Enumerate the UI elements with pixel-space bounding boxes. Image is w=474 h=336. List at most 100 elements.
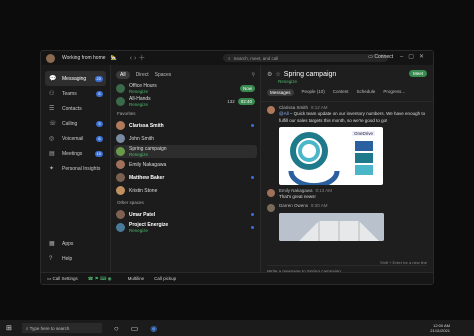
item-name: John Smith [129, 135, 155, 142]
clock-date: 21/11/2021 [430, 328, 450, 333]
meet-button[interactable]: Meet [408, 70, 427, 77]
office-hours-item[interactable]: Office Hours Renegize Now [111, 82, 260, 95]
item-name: Matthew Baker [129, 174, 165, 181]
sender-name: Darren Owens [279, 203, 309, 209]
filter-tab[interactable]: Spaces [155, 72, 172, 78]
star-icon[interactable]: ☆ [275, 71, 280, 78]
nav-item-meetings[interactable]: ▤ Meetings 10 [45, 146, 106, 161]
space-title: Spring campaign [283, 71, 337, 78]
tab-content[interactable]: Content [333, 89, 349, 96]
participant-count: 132 [227, 99, 235, 104]
nav-badge: 6 [96, 135, 103, 142]
list-item[interactable]: Spring campaign Renegize [114, 145, 257, 158]
avatar [267, 188, 275, 197]
nav-badge: 5 [96, 120, 103, 127]
filter-tab[interactable]: All [116, 71, 130, 79]
list-item[interactable]: Emily Nakagawa [111, 158, 260, 171]
call-settings-label: Call Settings [52, 275, 78, 281]
avatar [116, 147, 125, 156]
nav-item-voicemail[interactable]: ◎ Voicemail 6 [45, 131, 106, 146]
nav-label: Meetings [62, 150, 83, 157]
message: Clarissa Smith 8:12 AM @All – Quick team … [261, 102, 433, 124]
item-name: Emily Nakagawa [129, 161, 167, 168]
status-icons: ☎ ⚑ ⌨ ◉ [87, 275, 112, 281]
title-bar: Working from home 🏡 ‹ › ＋ ⌕ Search, meet… [41, 51, 433, 65]
taskbar-search[interactable]: ⌕ Type here to search [21, 323, 102, 333]
window-controls[interactable]: –▢✕ [400, 53, 429, 60]
unread-dot [251, 226, 254, 229]
other-spaces-header: Other spaces [117, 200, 144, 205]
status-text[interactable]: Working from home [62, 55, 106, 61]
call-pickup-button[interactable]: Call pickup [154, 276, 176, 281]
nav-badge: 10 [94, 150, 103, 157]
voicemail-icon: ◎ [49, 136, 55, 142]
nav-arrows-icon[interactable]: ‹ › ＋ [130, 53, 146, 63]
list-item[interactable]: Kristin Stone [111, 184, 260, 197]
list-item[interactable]: John Smith [111, 132, 260, 145]
now-pill[interactable]: Now [239, 85, 255, 92]
search-bar[interactable]: ⌕ Search, meet, and call [223, 54, 388, 62]
nav-item-messaging[interactable]: 💬 Messaging 20 [45, 71, 106, 86]
tab-people[interactable]: People (10) [302, 89, 325, 96]
nav-item-calling[interactable]: ☏ Calling 5 [45, 116, 106, 131]
search-placeholder: Search, meet, and call [233, 55, 279, 61]
taskbar: ⊞ ⌕ Type here to search ○ ▭ ◉ 12:00 AM 2… [0, 320, 474, 336]
list-item[interactable]: Project Energize Renegize [111, 221, 260, 234]
calendar-icon: ▤ [49, 151, 55, 157]
shared-image[interactable]: OneDrive [279, 126, 383, 188]
webex-app-icon[interactable]: ◉ [150, 324, 157, 333]
help-item[interactable]: ? Help [45, 251, 106, 266]
message-text: – Quick team update on our inventory num… [279, 111, 426, 123]
user-avatar[interactable] [46, 53, 55, 63]
message: Emily Nakagawa 8:13 AM That's great news! [261, 185, 433, 201]
insights-icon: ✦ [49, 166, 55, 172]
chat-icon: 💬 [49, 76, 57, 82]
nav-label: Contacts [62, 105, 82, 112]
unread-dot [251, 176, 254, 179]
nav-item-contacts[interactable]: ☰ Contacts [45, 101, 106, 116]
avatar [267, 204, 275, 213]
favorites-header: Favorites [117, 111, 136, 116]
avatar [116, 186, 125, 195]
gear-icon[interactable]: ⚙ [267, 71, 272, 78]
apps-item[interactable]: ▦ Apps [45, 236, 106, 251]
cortana-icon[interactable]: ○ [114, 324, 119, 333]
tab-schedule[interactable]: Schedule [357, 89, 376, 96]
office-hours-team: Renegize [129, 89, 149, 94]
shared-photo[interactable] [279, 212, 384, 241]
meeting-timer-pill[interactable]: 02:40 [237, 98, 255, 105]
tab-progress[interactable]: Progress... [383, 89, 405, 96]
phone-icon: ☏ [49, 121, 57, 127]
allhands-team: Renegize [129, 102, 149, 107]
nav-item-personal-insights[interactable]: ✦ Personal Insights [45, 161, 106, 176]
task-view-icon[interactable]: ▭ [131, 324, 139, 333]
taskbar-search-placeholder: Type here to search [29, 325, 70, 331]
nav-item-teams[interactable]: ⚇ Teams 6 [45, 86, 106, 101]
item-name: Clarissa Smith [129, 122, 164, 129]
compose-hint: Shift + Enter for a new line [379, 260, 427, 265]
mention[interactable]: @All [279, 111, 289, 116]
message-time: 8:13 AM [315, 187, 333, 193]
nav-badge: 20 [94, 75, 103, 82]
list-item[interactable]: Umar Patel [111, 208, 260, 221]
sender-name: Emily Nakagawa [279, 187, 313, 193]
system-clock[interactable]: 12:00 AM 21/11/2021 [430, 323, 450, 333]
tab-messages[interactable]: Messages [267, 89, 294, 96]
multiline-button[interactable]: Multiline [128, 276, 145, 281]
filter-icon[interactable]: ⚲ [251, 72, 255, 78]
item-team: Renegize [129, 152, 149, 157]
list-item[interactable]: Clarissa Smith [111, 119, 260, 132]
allhands-item[interactable]: All-Hands Renegize 132 02:40 [111, 95, 260, 108]
status-emoji: 🏡 [110, 55, 117, 61]
call-settings-button[interactable]: ▭ Call Settings [47, 276, 78, 282]
help-label: Help [62, 255, 73, 262]
connect-button[interactable]: ▭ Connect [368, 54, 393, 60]
conversation-panel: ⚙ ☆ Spring campaign Renegize Meet Messag… [261, 65, 433, 284]
sender-name: Clarissa Smith [279, 105, 309, 110]
list-item[interactable]: Matthew Baker [111, 171, 260, 184]
windows-start-icon[interactable]: ⊞ [6, 324, 12, 332]
message: Darren Owens 8:30 AM [261, 200, 433, 213]
unread-dot [251, 213, 254, 216]
avatar [116, 160, 125, 169]
filter-tab[interactable]: Direct [136, 72, 149, 78]
